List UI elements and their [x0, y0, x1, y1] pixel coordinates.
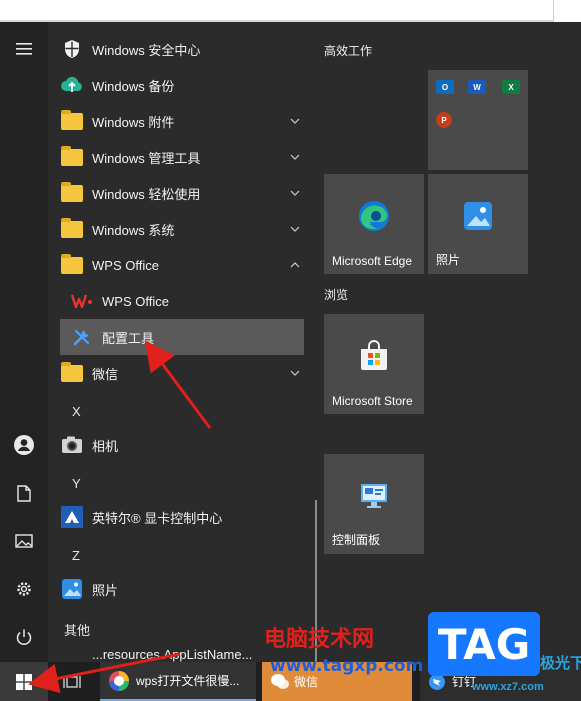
app-label: Windows 附件: [92, 114, 175, 130]
app-photos[interactable]: 照片: [60, 571, 306, 607]
tile-photos[interactable]: 照片: [428, 174, 528, 274]
tile-control-panel[interactable]: 控制面板: [324, 454, 424, 554]
user-avatar-icon[interactable]: [0, 422, 48, 468]
folder-wps-office[interactable]: WPS Office: [60, 247, 306, 283]
excel-icon: X: [502, 80, 520, 94]
app-label: 微信: [92, 366, 119, 382]
folder-icon: [60, 145, 84, 169]
hamburger-menu-icon[interactable]: [0, 26, 48, 72]
taskbar-app-wps[interactable]: wps打开文件很慢...: [100, 662, 256, 701]
windows-logo-icon: [16, 673, 32, 690]
group-title-productivity[interactable]: 高效工作: [324, 42, 372, 59]
app-label: Windows 系统: [92, 222, 175, 238]
folder-wechat[interactable]: 微信: [60, 355, 306, 391]
app-wps-office[interactable]: WPS Office: [60, 283, 306, 319]
tile-label: Microsoft Store: [332, 394, 413, 408]
app-label: 照片: [92, 582, 119, 598]
start-left-rail: [0, 22, 48, 662]
tools-icon: [70, 325, 94, 349]
app-label: 配置工具: [102, 330, 155, 346]
section-letter-other[interactable]: 其他: [64, 620, 90, 639]
chevron-down-icon: [290, 187, 302, 199]
group-title-browse[interactable]: 浏览: [324, 286, 348, 303]
folder-windows-ease-of-access[interactable]: Windows 轻松使用: [60, 175, 306, 211]
app-label: 相机: [92, 438, 119, 454]
settings-icon[interactable]: [0, 566, 48, 612]
app-label: ...resources.AppListName...: [92, 646, 253, 662]
store-icon: [358, 340, 390, 372]
control-panel-icon: [359, 482, 389, 510]
folder-icon: [60, 361, 84, 385]
word-icon: W: [468, 80, 486, 94]
app-label: 英特尔® 显卡控制中心: [92, 510, 223, 526]
app-list: Windows 安全中心 Windows 备份 Windows 附件 Windo…: [48, 22, 312, 662]
folder-windows-admin-tools[interactable]: Windows 管理工具: [60, 139, 306, 175]
folder-icon: [60, 181, 84, 205]
photos-icon: [463, 201, 493, 231]
app-intel-graphics[interactable]: 英特尔® 显卡控制中心: [60, 499, 306, 535]
folder-windows-system[interactable]: Windows 系统: [60, 211, 306, 247]
app-icon: [60, 646, 84, 662]
watermark-url: www.tagxp.com: [270, 656, 424, 676]
app-label: WPS Office: [102, 293, 169, 309]
app-label: Windows 管理工具: [92, 150, 201, 166]
app-windows-backup[interactable]: Windows 备份: [60, 67, 306, 103]
watermark-url2: www.xz7.com: [472, 681, 544, 693]
power-icon[interactable]: [0, 614, 48, 660]
tile-label: Microsoft Edge: [332, 254, 413, 268]
cloud-backup-icon: [60, 73, 84, 97]
start-menu: Windows 安全中心 Windows 备份 Windows 附件 Windo…: [0, 22, 581, 662]
pictures-icon[interactable]: [0, 518, 48, 564]
app-config-tool[interactable]: 配置工具: [60, 319, 304, 355]
tile-office-group[interactable]: O W X P: [428, 70, 528, 170]
chevron-down-icon: [290, 151, 302, 163]
watermark-station: 极光下载站: [540, 655, 581, 672]
outlook-icon: O: [436, 80, 454, 94]
folder-windows-accessories[interactable]: Windows 附件: [60, 103, 306, 139]
chevron-up-icon: [290, 259, 302, 271]
section-letter-z[interactable]: Z: [72, 548, 80, 563]
folder-icon: [60, 109, 84, 133]
tile-microsoft-edge[interactable]: Microsoft Edge: [324, 174, 424, 274]
wps-logo-icon: [70, 289, 94, 313]
watermark-tag-logo: TAG: [428, 612, 540, 676]
intel-graphics-icon: [60, 505, 84, 529]
app-label: WPS Office: [92, 257, 159, 273]
tile-label: 控制面板: [332, 533, 381, 547]
section-letter-y[interactable]: Y: [72, 476, 81, 491]
wps-app-icon: [109, 670, 129, 691]
folder-icon: [60, 253, 84, 277]
shield-icon: [60, 37, 84, 61]
photos-icon: [60, 577, 84, 601]
app-windows-security[interactable]: Windows 安全中心: [60, 31, 306, 67]
start-button[interactable]: [0, 662, 48, 701]
task-view-icon: [63, 675, 81, 688]
camera-icon: [60, 433, 84, 457]
app-label: Windows 安全中心: [92, 42, 201, 58]
window-top-strip: [0, 0, 581, 22]
tiles-area: 高效工作 O W X P Microsoft Edge 照片 浏览 Micros…: [312, 22, 581, 662]
section-letter-x[interactable]: X: [72, 404, 81, 419]
window-corner: [553, 0, 581, 22]
powerpoint-icon: P: [436, 112, 452, 128]
edge-icon: [357, 199, 391, 233]
taskbar-app-title: wps打开文件很慢...: [136, 674, 240, 688]
watermark-site-cn: 电脑技术网: [264, 627, 375, 652]
chevron-down-icon: [290, 115, 302, 127]
chevron-down-icon: [290, 367, 302, 379]
tile-microsoft-store[interactable]: Microsoft Store: [324, 314, 424, 414]
documents-icon[interactable]: [0, 470, 48, 516]
tile-label: 照片: [436, 253, 461, 267]
chevron-down-icon: [290, 223, 302, 235]
app-camera[interactable]: 相机: [60, 427, 306, 463]
app-label: Windows 轻松使用: [92, 186, 201, 202]
task-view-button[interactable]: [54, 662, 90, 701]
app-label: Windows 备份: [92, 78, 175, 94]
folder-icon: [60, 217, 84, 241]
